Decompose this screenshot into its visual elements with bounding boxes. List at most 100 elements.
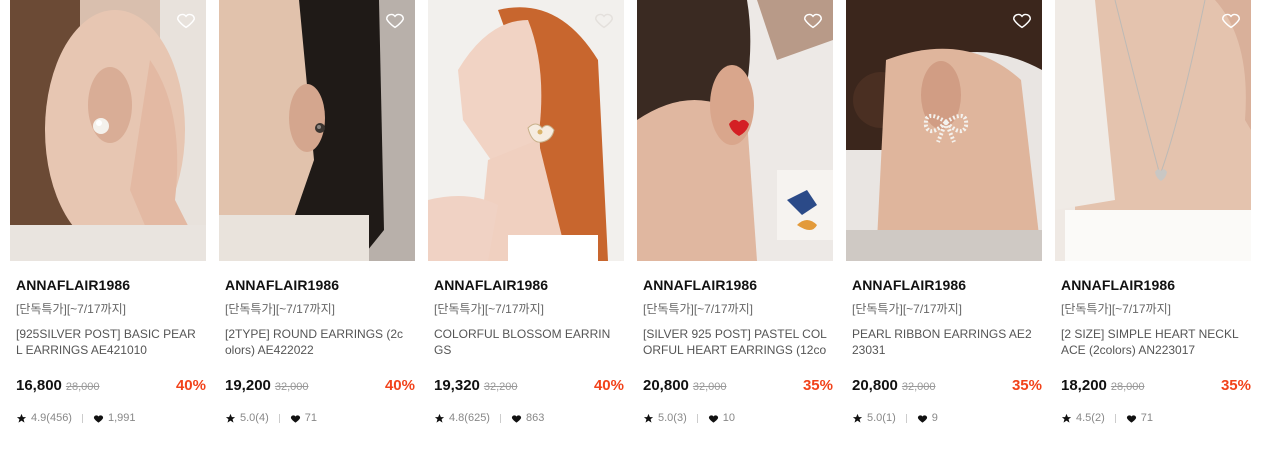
product-photo <box>846 0 1042 261</box>
sale-price: 20,800 <box>852 377 898 394</box>
price-row: 19,200 32,000 40% <box>225 377 415 395</box>
product-name[interactable]: COLORFUL BLOSSOM EARRINGS <box>434 326 618 358</box>
brand-name[interactable]: ANNAFLAIR1986 <box>852 277 1042 293</box>
rating-text: 5.0(3) <box>658 412 687 424</box>
likes-count: 71 <box>1140 412 1153 424</box>
promo-label: [단독특가][~7/17까지] <box>225 302 335 316</box>
wishlist-heart-icon[interactable] <box>1011 9 1033 31</box>
price-row: 16,800 28,000 40% <box>16 377 206 395</box>
product-card[interactable]: ANNAFLAIR1986 [단독특가][~7/17까지] PEARL RIBB… <box>846 0 1042 440</box>
discount-rate: 40% <box>384 377 415 394</box>
likes-count: 71 <box>304 412 317 424</box>
rating-text: 4.9(456) <box>31 412 72 424</box>
original-price: 32,000 <box>692 381 727 393</box>
star-icon <box>643 413 654 424</box>
brand-name[interactable]: ANNAFLAIR1986 <box>434 277 624 293</box>
product-card[interactable]: ANNAFLAIR1986 [단독특가][~7/17까지] [2TYPE] RO… <box>219 0 415 440</box>
product-meta: 5.0(3) 10 <box>643 411 833 425</box>
wishlist-heart-icon[interactable] <box>1220 9 1242 31</box>
product-card[interactable]: ANNAFLAIR1986 [단독특가][~7/17까지] [2 SIZE] S… <box>1055 0 1251 440</box>
product-image[interactable] <box>1055 0 1251 261</box>
product-name[interactable]: [2 SIZE] SIMPLE HEART NECKLACE (2colors)… <box>1061 326 1245 358</box>
product-image[interactable] <box>846 0 1042 261</box>
brand-name[interactable]: ANNAFLAIR1986 <box>16 277 206 293</box>
discount-rate: 35% <box>802 377 833 394</box>
sale-price: 19,320 <box>434 377 480 394</box>
heart-icon <box>1126 413 1137 424</box>
product-image[interactable] <box>219 0 415 261</box>
product-photo <box>10 0 206 261</box>
discount-rate: 40% <box>593 377 624 394</box>
divider <box>696 413 698 423</box>
product-photo <box>219 0 415 261</box>
product-meta: 5.0(4) 71 <box>225 411 415 425</box>
original-price: 28,000 <box>65 381 100 393</box>
price-row: 19,320 32,200 40% <box>434 377 624 395</box>
product-meta: 4.9(456) 1,991 <box>16 411 206 425</box>
brand-name[interactable]: ANNAFLAIR1986 <box>643 277 833 293</box>
wishlist-heart-icon[interactable] <box>384 9 406 31</box>
rating-text: 5.0(1) <box>867 412 896 424</box>
heart-icon <box>93 413 104 424</box>
divider <box>81 413 83 423</box>
wishlist-heart-icon[interactable] <box>593 9 615 31</box>
product-meta: 4.8(625) 863 <box>434 411 624 425</box>
likes-count: 863 <box>525 412 545 424</box>
product-name[interactable]: [SILVER 925 POST] PASTEL COLORFUL HEART … <box>643 326 827 358</box>
discount-rate: 40% <box>175 377 206 394</box>
product-grid: ANNAFLAIR1986 [단독특가][~7/17까지] [925SILVER… <box>0 0 1264 454</box>
sale-price: 20,800 <box>643 377 689 394</box>
product-name[interactable]: [925SILVER POST] BASIC PEARL EARRINGS AE… <box>16 326 200 358</box>
heart-icon <box>290 413 301 424</box>
divider <box>905 413 907 423</box>
brand-name[interactable]: ANNAFLAIR1986 <box>1061 277 1251 293</box>
discount-rate: 35% <box>1011 377 1042 394</box>
promo-label: [단독특가][~7/17까지] <box>643 302 753 316</box>
heart-icon <box>917 413 928 424</box>
promo-label: [단독특가][~7/17까지] <box>434 302 544 316</box>
wishlist-heart-icon[interactable] <box>802 9 824 31</box>
product-name[interactable]: [2TYPE] ROUND EARRINGS (2colors) AE42202… <box>225 326 409 358</box>
product-image[interactable] <box>428 0 624 261</box>
product-meta: 5.0(1) 9 <box>852 411 1042 425</box>
product-photo <box>637 0 833 261</box>
price-row: 20,800 32,000 35% <box>643 377 833 395</box>
star-icon <box>434 413 445 424</box>
product-card[interactable]: ANNAFLAIR1986 [단독특가][~7/17까지] COLORFUL B… <box>428 0 624 440</box>
product-image[interactable] <box>637 0 833 261</box>
star-icon <box>1061 413 1072 424</box>
heart-icon <box>708 413 719 424</box>
product-photo <box>428 0 624 261</box>
product-image[interactable] <box>10 0 206 261</box>
promo-label: [단독특가][~7/17까지] <box>16 302 126 316</box>
wishlist-heart-icon[interactable] <box>175 9 197 31</box>
likes-count: 9 <box>931 412 938 424</box>
price-row: 20,800 32,000 35% <box>852 377 1042 395</box>
price-row: 18,200 28,000 35% <box>1061 377 1251 395</box>
original-price: 32,000 <box>901 381 936 393</box>
promo-label: [단독특가][~7/17까지] <box>852 302 962 316</box>
rating-text: 5.0(4) <box>240 412 269 424</box>
heart-icon <box>511 413 522 424</box>
promo-label: [단독특가][~7/17까지] <box>1061 302 1171 316</box>
product-card[interactable]: ANNAFLAIR1986 [단독특가][~7/17까지] [SILVER 92… <box>637 0 833 440</box>
original-price: 32,000 <box>274 381 309 393</box>
star-icon <box>16 413 27 424</box>
star-icon <box>225 413 236 424</box>
product-meta: 4.5(2) 71 <box>1061 411 1251 425</box>
sale-price: 19,200 <box>225 377 271 394</box>
rating-text: 4.8(625) <box>449 412 490 424</box>
brand-name[interactable]: ANNAFLAIR1986 <box>225 277 415 293</box>
star-icon <box>852 413 863 424</box>
likes-count: 10 <box>722 412 735 424</box>
product-card[interactable]: ANNAFLAIR1986 [단독특가][~7/17까지] [925SILVER… <box>10 0 206 440</box>
discount-rate: 35% <box>1220 377 1251 394</box>
likes-count: 1,991 <box>107 412 136 424</box>
sale-price: 18,200 <box>1061 377 1107 394</box>
divider <box>278 413 280 423</box>
product-name[interactable]: PEARL RIBBON EARRINGS AE223031 <box>852 326 1036 358</box>
rating-text: 4.5(2) <box>1076 412 1105 424</box>
product-photo <box>1055 0 1251 261</box>
divider <box>499 413 501 423</box>
original-price: 32,200 <box>483 381 518 393</box>
